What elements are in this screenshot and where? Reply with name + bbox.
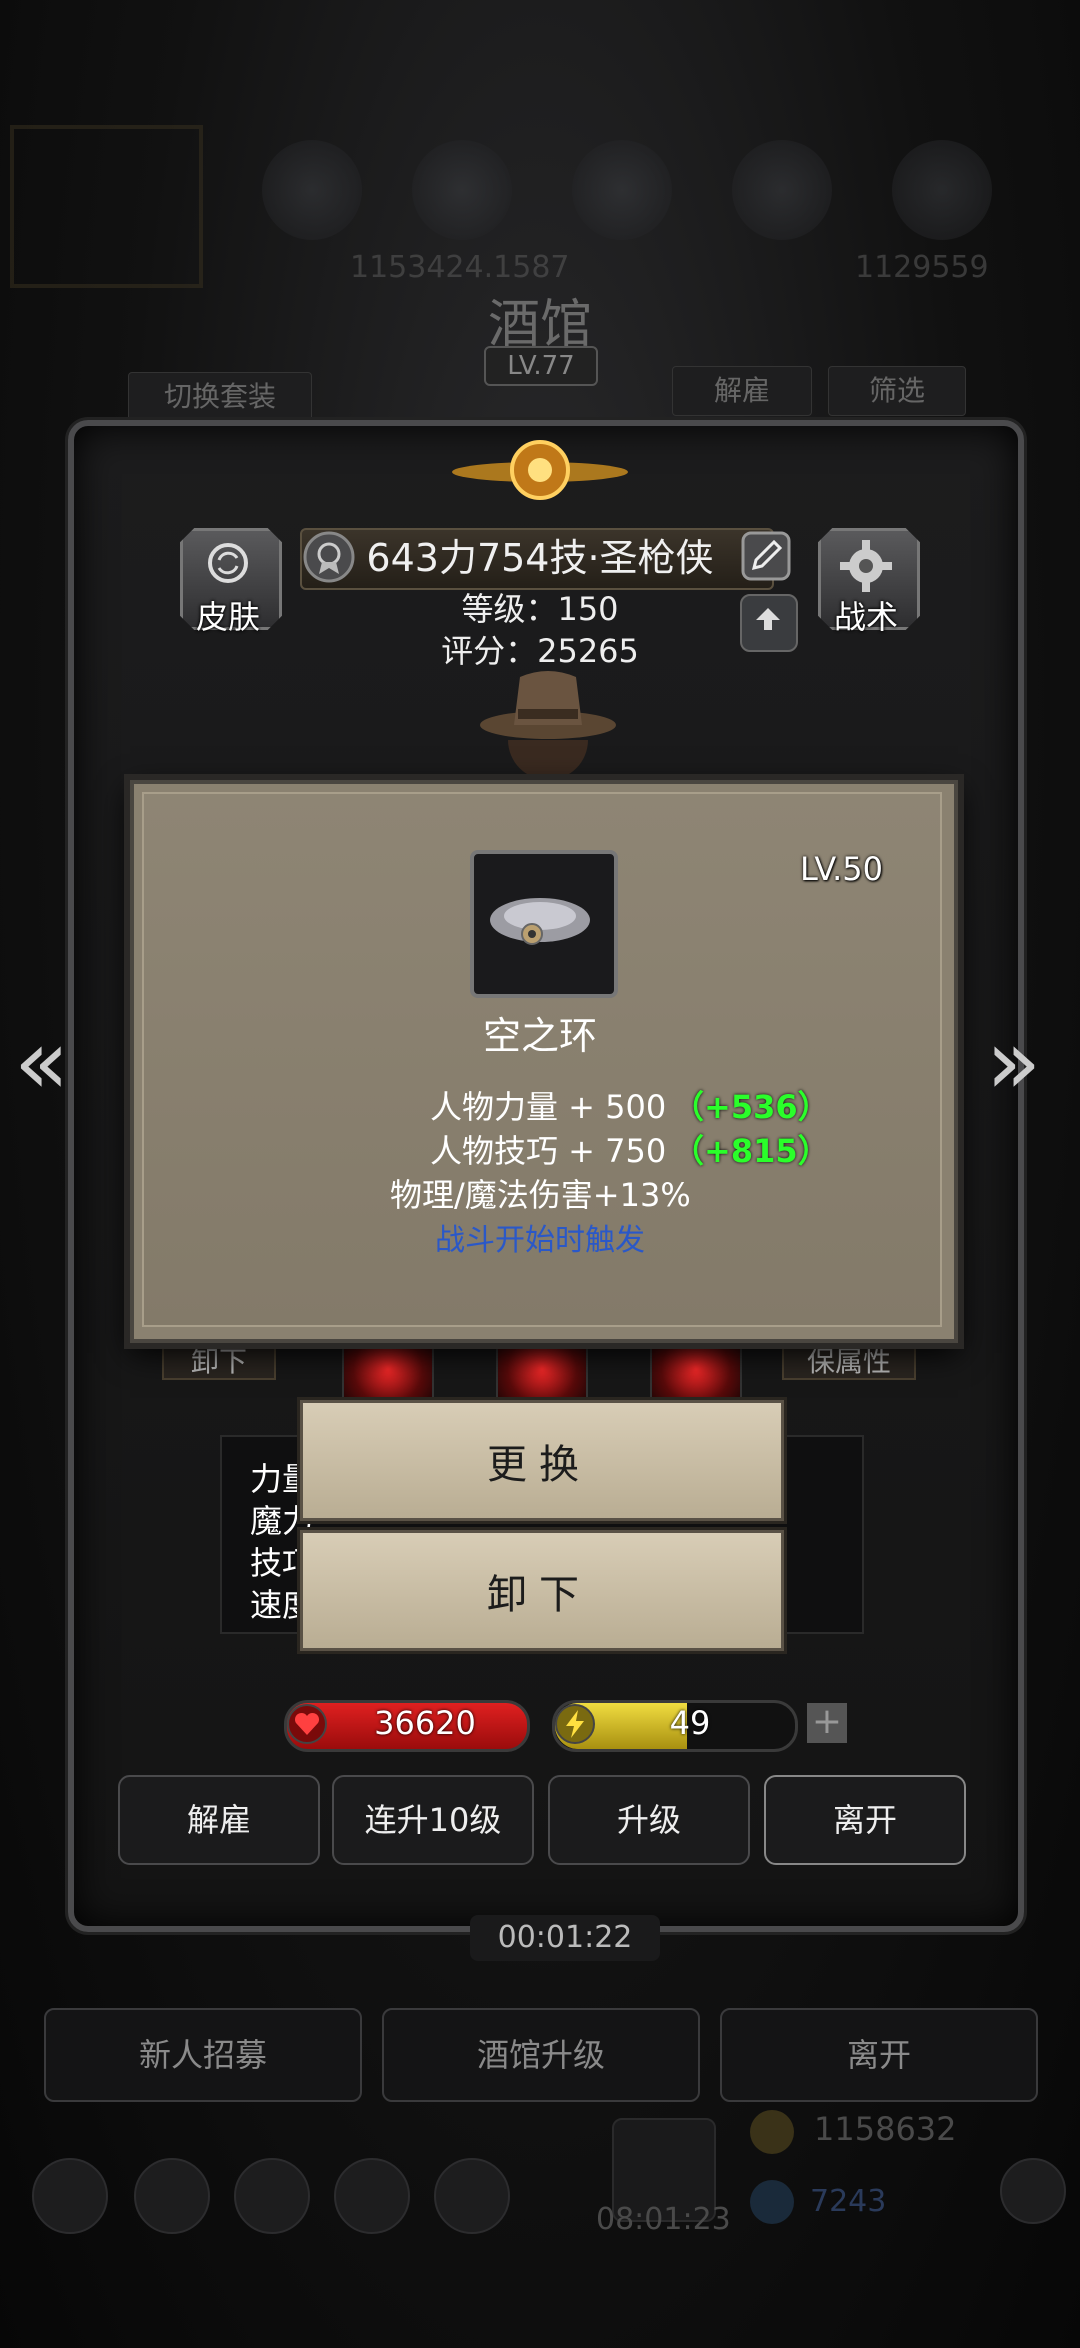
- item-attr-skill: 人物技巧 + 750: [430, 1132, 667, 1170]
- tavern-level: LV.77: [484, 346, 598, 386]
- add-icon[interactable]: [1000, 2158, 1066, 2224]
- item-attr-strength: 人物力量 + 500: [430, 1088, 667, 1126]
- hero-name: 643力754技·圣枪侠: [366, 536, 714, 580]
- new-recruit-button[interactable]: 新人招募: [44, 2008, 362, 2102]
- item-bonus-skill: （+815）: [672, 1132, 830, 1170]
- gear-icon: [840, 540, 892, 592]
- ring-item-icon: [490, 898, 590, 945]
- menu-icon[interactable]: [434, 2158, 510, 2234]
- game-clock: 08:01:23: [596, 2202, 731, 2237]
- gold-amount: 1158632: [814, 2110, 957, 2148]
- bg-resource-icon: [262, 140, 362, 240]
- bg-resource-icon: [732, 140, 832, 240]
- energy-value: 49: [669, 1704, 711, 1742]
- menu-icon[interactable]: [32, 2158, 108, 2234]
- bg-resource-icon: [412, 140, 512, 240]
- hp-value: 36620: [374, 1704, 476, 1742]
- menu-icon[interactable]: [234, 2158, 310, 2234]
- heart-icon: [287, 1704, 327, 1744]
- replace-label: 更换: [487, 1442, 591, 1488]
- skin-icon: [208, 543, 248, 583]
- upload-icon: [756, 608, 780, 630]
- bg-dismiss-button[interactable]: 解雇: [672, 366, 812, 416]
- recruit-timer: 00:01:22: [470, 1915, 660, 1961]
- emblem-icon: [452, 440, 628, 500]
- item-trigger-text: 战斗开始时触发: [435, 1223, 645, 1258]
- rank-badge-icon: [303, 531, 355, 583]
- item-attr-damage: 物理/魔法伤害+13%: [390, 1176, 691, 1214]
- tactics-label: 战术: [833, 598, 898, 636]
- bg-resource-icon: [572, 140, 672, 240]
- tavern-upgrade-button[interactable]: 酒馆升级: [382, 2008, 700, 2102]
- item-level: LV.50: [800, 850, 883, 888]
- bg-number: 1129559: [855, 250, 989, 285]
- level-up-10-button[interactable]: 连升10级: [332, 1775, 534, 1865]
- bg-resource-icon: [892, 140, 992, 240]
- bg-number: 1153424.1587: [350, 250, 570, 285]
- gem-icon: [750, 2180, 794, 2224]
- leave-button[interactable]: 离开: [764, 1775, 966, 1865]
- bg-leave-button[interactable]: 离开: [720, 2008, 1038, 2102]
- dismiss-button[interactable]: 解雇: [118, 1775, 320, 1865]
- gem-amount: 7243: [810, 2184, 887, 2219]
- item-name: 空之环: [482, 1014, 597, 1058]
- bg-filter-button[interactable]: 筛选: [828, 366, 966, 416]
- unequip-label: 卸下: [487, 1572, 591, 1618]
- lightning-icon: [555, 1704, 595, 1744]
- add-energy-button[interactable]: +: [807, 1703, 847, 1743]
- level-up-button[interactable]: 升级: [548, 1775, 750, 1865]
- edit-name-icon[interactable]: [740, 530, 792, 582]
- menu-icon[interactable]: [134, 2158, 210, 2234]
- bg-top-banner: [10, 125, 203, 288]
- item-bonus-strength: （+536）: [672, 1088, 830, 1126]
- hero-portrait: [480, 671, 616, 739]
- switch-outfit-button[interactable]: 切换套装: [128, 372, 312, 422]
- menu-icon[interactable]: [334, 2158, 410, 2234]
- gold-coin-icon: [750, 2110, 794, 2154]
